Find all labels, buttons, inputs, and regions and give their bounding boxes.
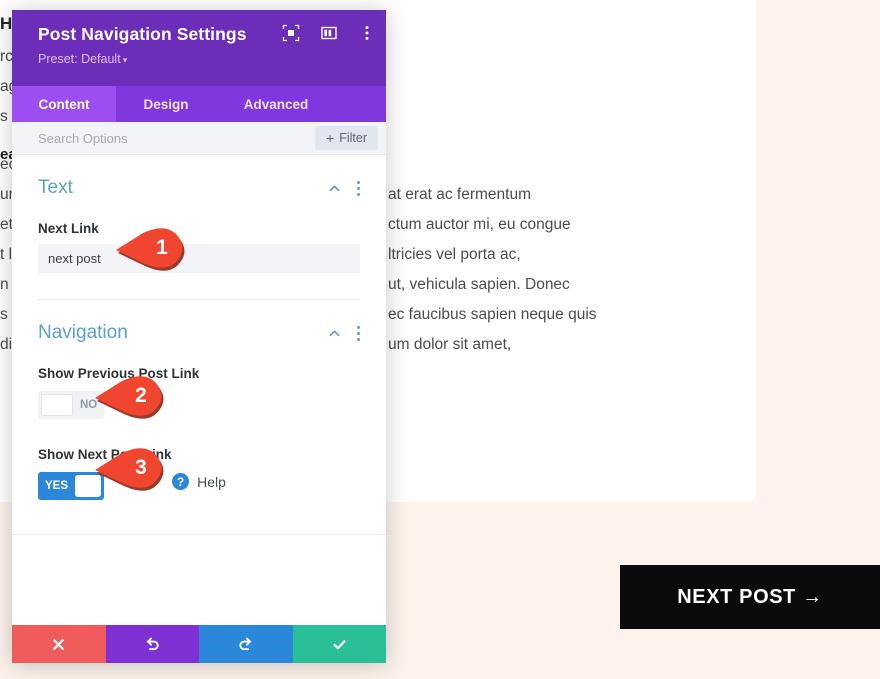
show-previous-post-link-label: Show Previous Post Link <box>38 366 200 381</box>
layout-columns-icon[interactable] <box>320 24 338 42</box>
check-icon <box>333 639 346 649</box>
help-label: Help <box>197 473 226 490</box>
question-circle-icon: ? <box>172 473 190 490</box>
tab-content[interactable]: Content <box>12 86 116 122</box>
close-icon <box>53 638 65 650</box>
more-vertical-icon[interactable] <box>358 24 376 42</box>
modal-header: Post Navigation Settings Preset: Default… <box>12 10 386 86</box>
callout-number: 1 <box>156 236 168 259</box>
modal-body: Text Next Link Navigation <box>12 155 386 625</box>
section-navigation-header[interactable]: Navigation <box>38 300 360 348</box>
callout-number: 3 <box>135 456 147 479</box>
callout-number: 2 <box>135 384 147 407</box>
callout-marker-2: 2 <box>92 373 168 419</box>
callout-marker-1: 1 <box>113 225 189 271</box>
section-navigation-title: Navigation <box>38 322 128 343</box>
more-vertical-icon[interactable] <box>356 180 360 196</box>
tab-advanced[interactable]: Advanced <box>216 86 336 122</box>
background-paragraph: at erat ac fermentum ctum auctor mi, eu … <box>388 186 597 353</box>
section-text-header[interactable]: Text <box>38 155 360 203</box>
preset-selector[interactable]: Preset: Default ▾ <box>38 52 370 66</box>
filter-button[interactable]: + Filter <box>315 126 378 150</box>
plus-icon: + <box>326 130 335 146</box>
filter-button-label: Filter <box>339 131 367 145</box>
post-navigation-settings-modal: Post Navigation Settings Preset: Default… <box>12 10 386 663</box>
tab-design[interactable]: Design <box>116 86 216 122</box>
chevron-up-icon[interactable] <box>327 181 342 196</box>
next-post-button[interactable]: NEXT POST → <box>620 565 880 629</box>
help-row[interactable]: ? Help <box>12 473 386 490</box>
modal-tabs: Content Design Advanced <box>12 86 386 122</box>
section-navigation: Navigation Show Previous Post Link NO Sh… <box>12 300 386 500</box>
screen: He rc ag s ea ec un et t l n e s s di at… <box>0 0 880 679</box>
redo-icon <box>239 637 252 650</box>
cancel-button[interactable] <box>12 625 106 663</box>
undo-button[interactable] <box>105 625 199 663</box>
preset-label: Preset: Default <box>38 52 121 66</box>
callout-marker-3: 3 <box>92 445 168 491</box>
show-next-post-link-label: Show Next Post Link <box>38 447 172 462</box>
chevron-down-icon: ▾ <box>122 55 128 65</box>
modal-header-icons <box>282 24 376 42</box>
modal-footer <box>12 625 386 663</box>
chevron-up-icon[interactable] <box>327 326 342 341</box>
section-text: Text Next Link <box>12 155 386 300</box>
section-text-title: Text <box>38 177 73 198</box>
toggle-knob <box>41 394 73 416</box>
body-bottom-divider <box>12 534 386 535</box>
focus-icon[interactable] <box>282 24 300 42</box>
redo-button[interactable] <box>199 625 293 663</box>
more-vertical-icon[interactable] <box>356 325 360 341</box>
undo-icon <box>146 637 159 650</box>
next-link-input[interactable] <box>38 244 360 273</box>
search-input[interactable] <box>38 130 316 146</box>
next-link-label: Next Link <box>38 221 99 236</box>
search-bar: + Filter <box>12 122 386 155</box>
save-button[interactable] <box>292 625 386 663</box>
